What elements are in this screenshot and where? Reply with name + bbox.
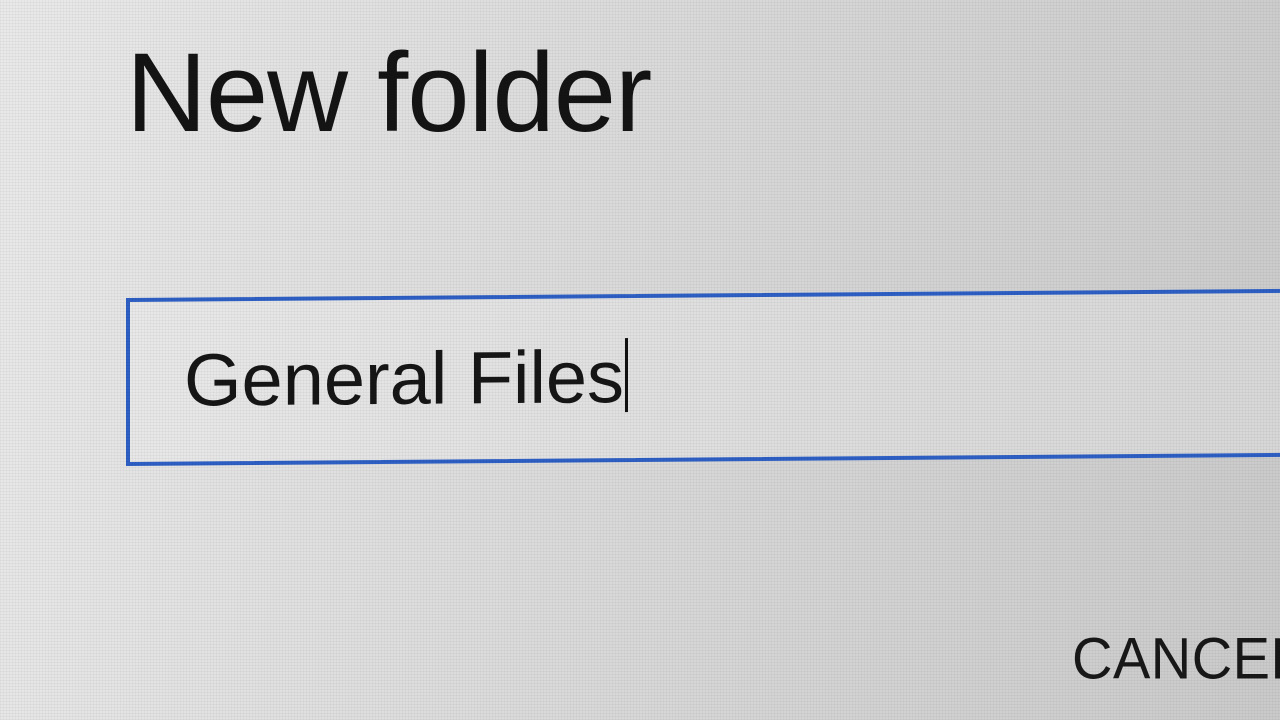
folder-name-text: General Files bbox=[184, 335, 625, 422]
new-folder-dialog: New folder General Files CANCEL bbox=[0, 0, 1280, 720]
folder-name-value[interactable]: General Files bbox=[184, 334, 629, 422]
dialog-title: New folder bbox=[126, 30, 652, 155]
folder-name-input[interactable]: General Files bbox=[126, 288, 1280, 466]
text-cursor bbox=[625, 338, 629, 413]
cancel-button[interactable]: CANCEL bbox=[1072, 624, 1280, 692]
